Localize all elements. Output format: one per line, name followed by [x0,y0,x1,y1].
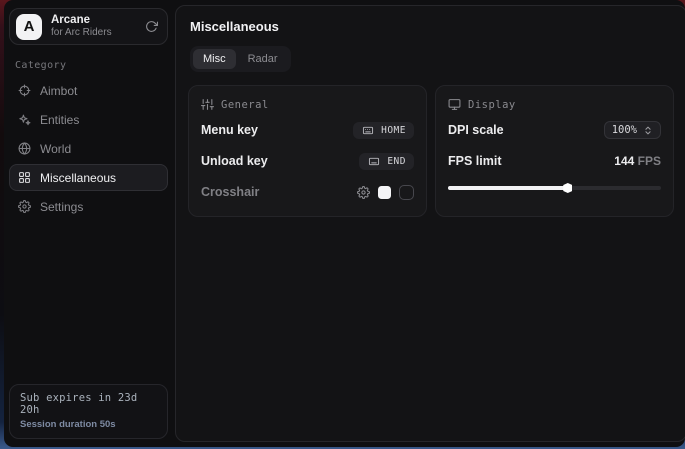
sidebar-nav: Aimbot Entities World Miscellaneous [9,77,168,220]
sidebar-spacer [9,220,168,384]
keyboard-icon [367,156,381,167]
refresh-icon[interactable] [145,20,158,33]
monitor-icon [448,98,461,111]
gear-icon [18,200,31,213]
menu-key-bind-button[interactable]: HOME [353,122,414,139]
cards-row: General Menu key HOME Unload key [188,85,674,217]
sidebar-item-world[interactable]: World [9,135,168,162]
crosshair-label: Crosshair [201,185,259,199]
sidebar: A Arcane for Arc Riders Category Aimbot [4,0,175,447]
fps-number: 144 [614,154,634,168]
sidebar-item-entities[interactable]: Entities [9,106,168,133]
display-card: Display DPI scale 100% FPS limit 144 [435,85,674,217]
tab-misc[interactable]: Misc [193,49,236,69]
sidebar-item-label: Miscellaneous [40,171,116,185]
brand-text: Arcane for Arc Riders [51,14,136,39]
dpi-scale-label: DPI scale [448,123,504,137]
sidebar-item-label: Entities [40,113,79,127]
sliders-icon [201,98,214,111]
crosshair-icon [18,84,31,97]
sidebar-item-label: Settings [40,200,83,214]
general-card-header: General [201,98,414,111]
app-window: A Arcane for Arc Riders Category Aimbot [4,0,685,447]
slider-thumb[interactable] [563,183,572,193]
grid-icon [18,171,31,184]
general-card: General Menu key HOME Unload key [188,85,427,217]
sub-expires-text: Sub expires in 23d 20h [20,392,157,416]
fps-limit-label: FPS limit [448,154,501,168]
menu-key-value: HOME [381,125,406,136]
crosshair-controls [357,185,414,200]
app-subtitle: for Arc Riders [51,27,136,39]
unload-key-row: Unload key END [201,149,414,173]
main-panel: Miscellaneous Misc Radar General Menu ke… [175,5,685,442]
brand-card: A Arcane for Arc Riders [9,8,168,45]
fps-limit-slider[interactable] [448,181,661,195]
app-logo: A [16,14,42,40]
fps-unit: FPS [638,154,661,168]
tab-bar: Misc Radar [190,46,291,72]
slider-fill [448,186,567,190]
sidebar-item-label: Aimbot [40,84,77,98]
tab-radar[interactable]: Radar [238,49,288,69]
sidebar-item-settings[interactable]: Settings [9,193,168,220]
display-card-header: Display [448,98,661,111]
app-title: Arcane [51,14,136,27]
keyboard-icon [361,125,375,136]
dpi-scale-value: 100% [612,124,637,136]
sidebar-item-miscellaneous[interactable]: Miscellaneous [9,164,168,191]
crosshair-color-swatch[interactable] [378,186,391,199]
sparkles-icon [18,113,31,126]
unload-key-bind-button[interactable]: END [359,153,414,170]
dpi-scale-row: DPI scale 100% [448,118,661,142]
session-duration-text: Session duration 50s [20,419,157,430]
unload-key-label: Unload key [201,154,268,168]
subscription-card: Sub expires in 23d 20h Session duration … [9,384,168,439]
globe-icon [18,142,31,155]
fps-limit-row: FPS limit 144 FPS [448,149,661,173]
dpi-scale-select[interactable]: 100% [604,121,661,139]
category-label: Category [15,60,168,71]
general-card-title: General [221,99,269,111]
unload-key-value: END [387,156,406,167]
chevrons-up-down-icon [643,125,653,136]
menu-key-row: Menu key HOME [201,118,414,142]
sidebar-item-aimbot[interactable]: Aimbot [9,77,168,104]
menu-key-label: Menu key [201,123,258,137]
fps-limit-value: 144 FPS [614,154,661,168]
display-card-title: Display [468,99,516,111]
crosshair-settings-gear-icon[interactable] [357,186,370,199]
crosshair-row: Crosshair [201,180,414,204]
crosshair-checkbox[interactable] [399,185,414,200]
sidebar-item-label: World [40,142,71,156]
page-title: Miscellaneous [190,19,674,34]
